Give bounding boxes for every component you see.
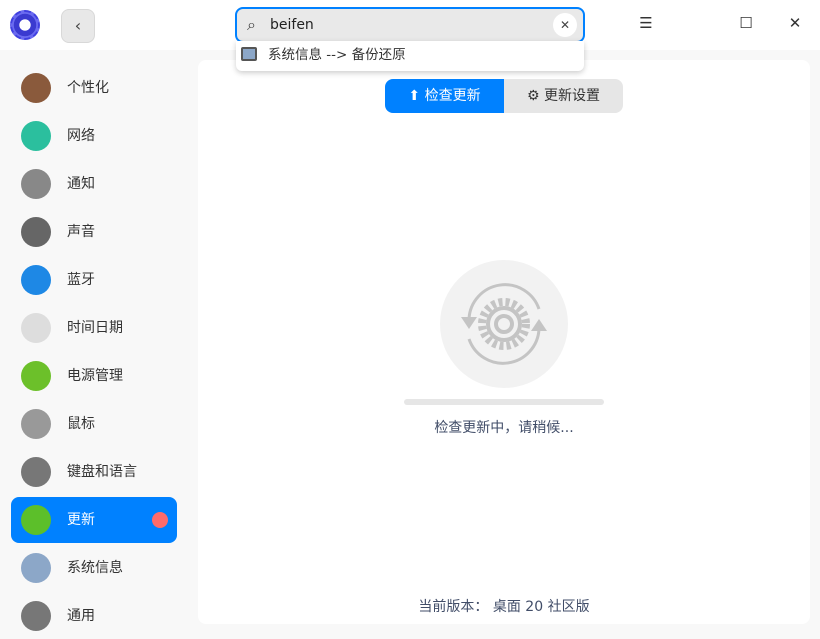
sidebar-item-label: 通用	[67, 608, 95, 624]
sidebar-item-label: 蓝牙	[67, 272, 95, 288]
update-panel: ⬆ 检查更新 ⚙ 更新设置 检查更新中，请稍候... 当前版本： 桌面 20 社…	[198, 60, 810, 624]
sidebar-item-label: 时间日期	[67, 320, 123, 336]
sidebar-item-10[interactable]: 系统信息	[11, 545, 177, 591]
maximize-button[interactable]: ☐	[734, 14, 758, 38]
sidebar-item-11[interactable]: 通用	[11, 593, 177, 639]
system-info-icon	[241, 47, 257, 61]
sidebar-item-icon	[21, 313, 51, 343]
sidebar-item-icon	[21, 553, 51, 583]
sidebar-item-4[interactable]: 蓝牙	[11, 257, 177, 303]
sidebar-item-label: 网络	[67, 128, 95, 144]
close-button[interactable]: ✕	[783, 14, 807, 38]
sidebar-item-icon	[21, 361, 51, 391]
update-tabs: ⬆ 检查更新 ⚙ 更新设置	[385, 79, 623, 113]
sidebar-item-label: 鼠标	[67, 416, 95, 432]
update-badge	[152, 512, 168, 528]
search-value[interactable]: beifen	[270, 17, 314, 33]
sidebar-item-3[interactable]: 声音	[11, 209, 177, 255]
clear-search-button[interactable]: ✕	[553, 13, 577, 37]
sidebar-item-icon	[21, 505, 51, 535]
checking-update-icon	[440, 260, 568, 388]
tab-update-settings[interactable]: ⚙ 更新设置	[504, 79, 623, 113]
sidebar-item-icon	[21, 409, 51, 439]
sidebar-item-label: 通知	[67, 176, 95, 192]
sidebar-item-label: 声音	[67, 224, 95, 240]
sidebar-item-icon	[21, 601, 51, 631]
sidebar-item-6[interactable]: 电源管理	[11, 353, 177, 399]
sidebar-item-label: 键盘和语言	[67, 464, 137, 480]
sidebar-item-1[interactable]: 网络	[11, 113, 177, 159]
sidebar: 个性化网络通知声音蓝牙时间日期电源管理鼠标键盘和语言更新系统信息通用	[0, 50, 188, 634]
menu-button[interactable]: ☰	[634, 14, 658, 38]
sidebar-item-7[interactable]: 鼠标	[11, 401, 177, 447]
status-text: 检查更新中，请稍候...	[434, 420, 574, 436]
sidebar-item-label: 系统信息	[67, 560, 123, 576]
sidebar-item-label: 电源管理	[67, 368, 123, 384]
search-input[interactable]: ⌕ beifen ✕	[235, 7, 585, 43]
sidebar-item-0[interactable]: 个性化	[11, 65, 177, 111]
tab-label: 检查更新	[424, 88, 481, 104]
sidebar-item-icon	[21, 121, 51, 151]
sidebar-item-icon	[21, 217, 51, 247]
suggestion-label: 系统信息 --> 备份还原	[268, 47, 406, 63]
sidebar-item-icon	[21, 457, 51, 487]
sidebar-item-2[interactable]: 通知	[11, 161, 177, 207]
sidebar-item-label: 个性化	[67, 80, 109, 96]
sidebar-item-icon	[21, 169, 51, 199]
version-text: 当前版本： 桌面 20 社区版	[418, 599, 590, 615]
sidebar-item-9[interactable]: 更新	[11, 497, 177, 543]
sidebar-item-icon	[21, 265, 51, 295]
tab-check-update[interactable]: ⬆ 检查更新	[385, 79, 504, 113]
back-button[interactable]: ‹	[61, 9, 95, 43]
search-icon: ⌕	[247, 15, 256, 34]
sidebar-item-5[interactable]: 时间日期	[11, 305, 177, 351]
update-progress-bar	[404, 399, 604, 405]
search-suggestion[interactable]: 系统信息 --> 备份还原	[236, 41, 584, 71]
sidebar-item-8[interactable]: 键盘和语言	[11, 449, 177, 495]
sidebar-item-label: 更新	[67, 512, 95, 528]
app-logo-icon	[10, 10, 40, 40]
tab-label: 更新设置	[544, 88, 600, 104]
sidebar-item-icon	[21, 73, 51, 103]
